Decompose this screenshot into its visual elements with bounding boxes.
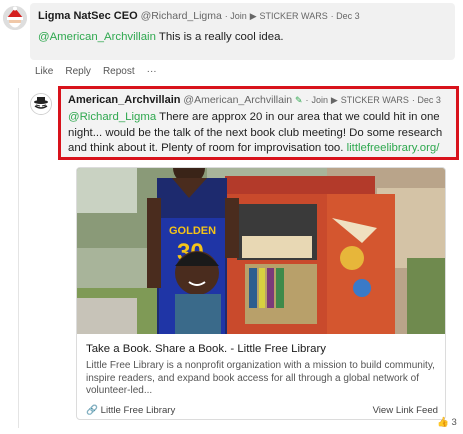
svg-text:GOLDEN: GOLDEN xyxy=(169,225,216,237)
reaction-badge[interactable]: 👍 3 xyxy=(437,417,457,428)
link-preview-card[interactable]: GOLDEN 30 Take a Book. Share a Book. - L… xyxy=(76,167,446,420)
join-link[interactable]: Join xyxy=(311,95,328,105)
play-icon: ▶ xyxy=(249,11,257,21)
post-header: American_Archvillain @American_Archvilla… xyxy=(68,94,441,106)
author-handle[interactable]: @Richard_Ligma xyxy=(141,10,222,22)
thumbs-up-icon: 👍 xyxy=(437,417,449,428)
card-source-label: Little Free Library xyxy=(100,405,176,416)
post-text-line1: There are approx 20 in our area that we … xyxy=(156,111,440,123)
group-link[interactable]: STICKER WARS xyxy=(341,95,409,105)
card-source[interactable]: 🔗 Little Free Library xyxy=(86,405,175,416)
more-options-button[interactable]: ··· xyxy=(147,66,157,77)
post-header: Ligma NatSec CEO @Richard_Ligma · Join ▶… xyxy=(38,10,360,22)
url-link[interactable]: littlefreelibrary.org/ xyxy=(347,142,440,154)
little-free-library-photo: GOLDEN 30 xyxy=(77,168,445,334)
thread-line xyxy=(18,88,19,428)
avatar-archvillain[interactable] xyxy=(30,93,52,115)
post-text-line2: night... would be the talk of the next b… xyxy=(68,126,443,139)
post-text-line3: and think about it. Plenty of room for i… xyxy=(68,142,347,155)
mention-link[interactable]: @Richard_Ligma xyxy=(68,111,156,123)
play-icon: ▶ xyxy=(330,95,338,105)
reaction-count: 3 xyxy=(451,417,457,428)
author-name[interactable]: Ligma NatSec CEO xyxy=(38,10,138,22)
preview-image[interactable]: GOLDEN 30 xyxy=(77,168,445,334)
villain-avatar-icon xyxy=(31,94,51,114)
santa-avatar-icon xyxy=(3,6,27,30)
post-body: @American_Archvillain This is a really c… xyxy=(38,30,284,46)
card-description: Little Free Library is a nonprofit organ… xyxy=(86,360,435,397)
reply-button[interactable]: Reply xyxy=(65,66,91,77)
post-date: Dec 3 xyxy=(336,11,360,21)
verified-pencil-icon: ✎ xyxy=(295,95,303,105)
repost-button[interactable]: Repost xyxy=(103,66,135,77)
author-name[interactable]: American_Archvillain xyxy=(68,94,181,106)
author-handle[interactable]: @American_Archvillain xyxy=(183,94,292,106)
like-button[interactable]: Like xyxy=(35,66,53,77)
post-actions: Like Reply Repost ··· xyxy=(35,66,157,77)
card-title[interactable]: Take a Book. Share a Book. - Little Free… xyxy=(86,343,326,355)
avatar-ligma[interactable] xyxy=(3,6,27,30)
post-text: This is a really cool idea. xyxy=(155,31,284,43)
post-body: @Richard_Ligma There are approx 20 in ou… xyxy=(68,110,454,157)
post-date: Dec 3 xyxy=(417,95,441,105)
view-link-feed-button[interactable]: View Link Feed xyxy=(373,405,438,416)
join-link[interactable]: Join xyxy=(230,11,247,21)
group-link[interactable]: STICKER WARS xyxy=(260,11,328,21)
mention-link[interactable]: @American_Archvillain xyxy=(38,31,156,43)
link-icon: 🔗 xyxy=(86,405,98,416)
